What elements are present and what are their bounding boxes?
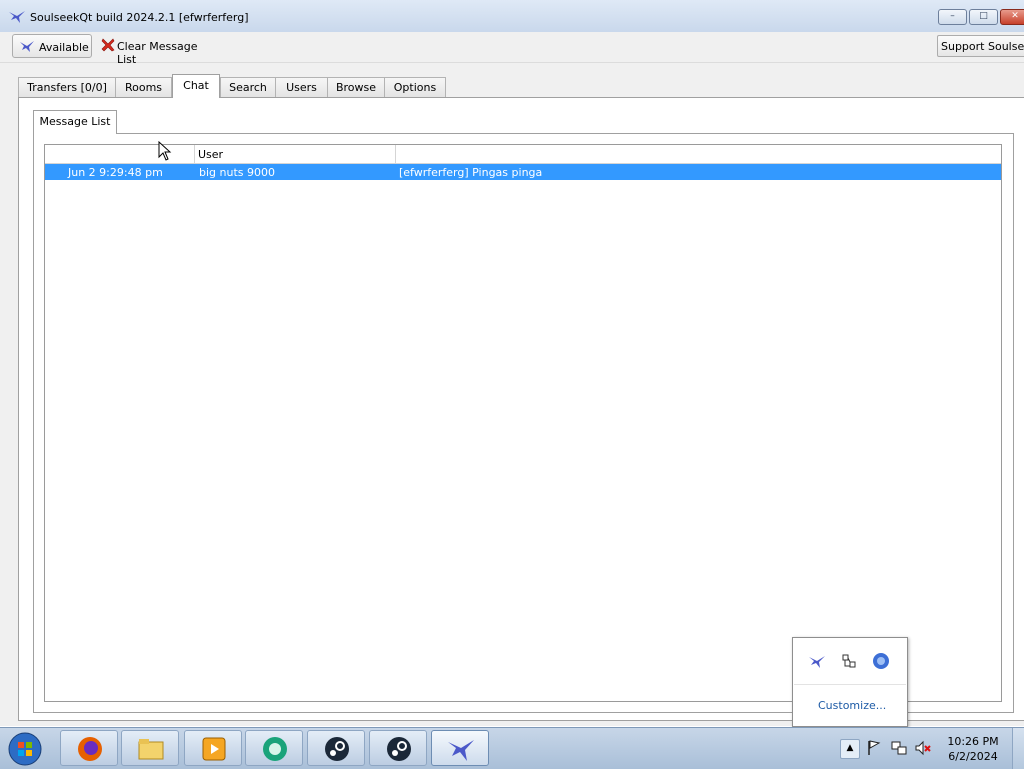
clear-message-list-button[interactable]: Clear Message List [98,36,218,66]
tab-transfers[interactable]: Transfers [0/0] [18,77,116,97]
taskbar-steam-1[interactable] [307,730,365,766]
action-center-flag-icon[interactable] [866,739,882,760]
clock-time: 10:26 PM [947,735,999,748]
title-bar: SoulseekQt build 2024.2.1 [efwrferferg] … [0,0,1024,33]
toolbar: Available Clear Message List Support Sou… [0,32,1024,66]
steam-icon [325,737,349,761]
window-title: SoulseekQt build 2024.2.1 [efwrferferg] [30,11,249,24]
column-header-user[interactable]: User [195,145,396,163]
browser-icon [263,737,287,761]
taskbar-steam-2[interactable] [369,730,427,766]
divider [794,684,906,685]
support-soulseek-button[interactable]: Support Soulseek [937,35,1024,57]
taskbar-media-player[interactable] [184,730,242,766]
taskbar: ▲ 10:26 PM 6/2/2024 [0,727,1024,769]
tray-overflow-popup: Customize... [792,637,908,727]
tab-options[interactable]: Options [384,77,446,97]
clock[interactable]: 10:26 PM 6/2/2024 [938,734,1008,764]
list-header: User [45,145,1001,164]
tab-rooms[interactable]: Rooms [115,77,172,97]
soulseek-tray-icon[interactable] [808,653,826,672]
mouse-cursor-icon [158,140,172,164]
maximize-button[interactable]: □ [969,9,998,25]
show-desktop-button[interactable] [1012,728,1024,769]
message-list-pane: User Jun 2 9:29:48 pm big nuts 9000 [efw… [33,133,1014,713]
taskbar-soulseek[interactable] [431,730,489,766]
clock-date: 6/2/2024 [948,750,998,763]
column-header-message[interactable] [396,145,1001,163]
file-explorer-icon [138,739,164,760]
available-label: Available [39,41,89,54]
soulseek-app-icon [8,8,26,24]
main-area: Transfers [0/0] Rooms Chat Search Users … [0,63,1024,726]
message-time: Jun 2 9:29:48 pm [68,166,163,179]
minimize-button[interactable]: – [938,9,967,25]
red-x-icon [101,38,115,52]
soulseek-icon [448,740,474,761]
media-player-icon [202,737,226,761]
soulseek-bird-icon [20,41,34,52]
message-list[interactable]: User Jun 2 9:29:48 pm big nuts 9000 [efw… [44,144,1002,702]
windows-logo-icon [8,732,42,766]
system-tray: ▲ [840,738,940,760]
message-text: [efwrferferg] Pingas pinga [399,166,543,179]
column-header-time[interactable] [45,145,195,163]
message-user: big nuts 9000 [199,166,275,179]
volume-muted-icon[interactable] [914,739,932,760]
tab-chat[interactable]: Chat [172,74,220,98]
steam-icon [387,737,411,761]
start-button[interactable] [6,731,46,767]
table-row[interactable]: Jun 2 9:29:48 pm big nuts 9000 [efwrferf… [45,164,1001,180]
taskbar-firefox[interactable] [60,730,118,766]
subtab-message-list[interactable]: Message List [33,110,117,134]
taskbar-file-explorer[interactable] [121,730,179,766]
show-hidden-icons-button[interactable]: ▲ [840,739,860,759]
tab-users[interactable]: Users [275,77,328,97]
chat-tab-pane: Message List User Jun 2 9:29:48 pm big n… [18,97,1024,721]
network-tray-icon[interactable] [841,653,857,672]
tab-browse[interactable]: Browse [327,77,385,97]
network-icon[interactable] [890,739,908,760]
taskbar-browser[interactable] [245,730,303,766]
app-tray-icon[interactable] [872,652,890,673]
customize-link[interactable]: Customize... [818,699,886,712]
tab-search[interactable]: Search [220,77,276,97]
close-button[interactable]: ✕ [1000,9,1024,25]
available-status-button[interactable]: Available [12,34,92,58]
firefox-icon [78,737,102,761]
